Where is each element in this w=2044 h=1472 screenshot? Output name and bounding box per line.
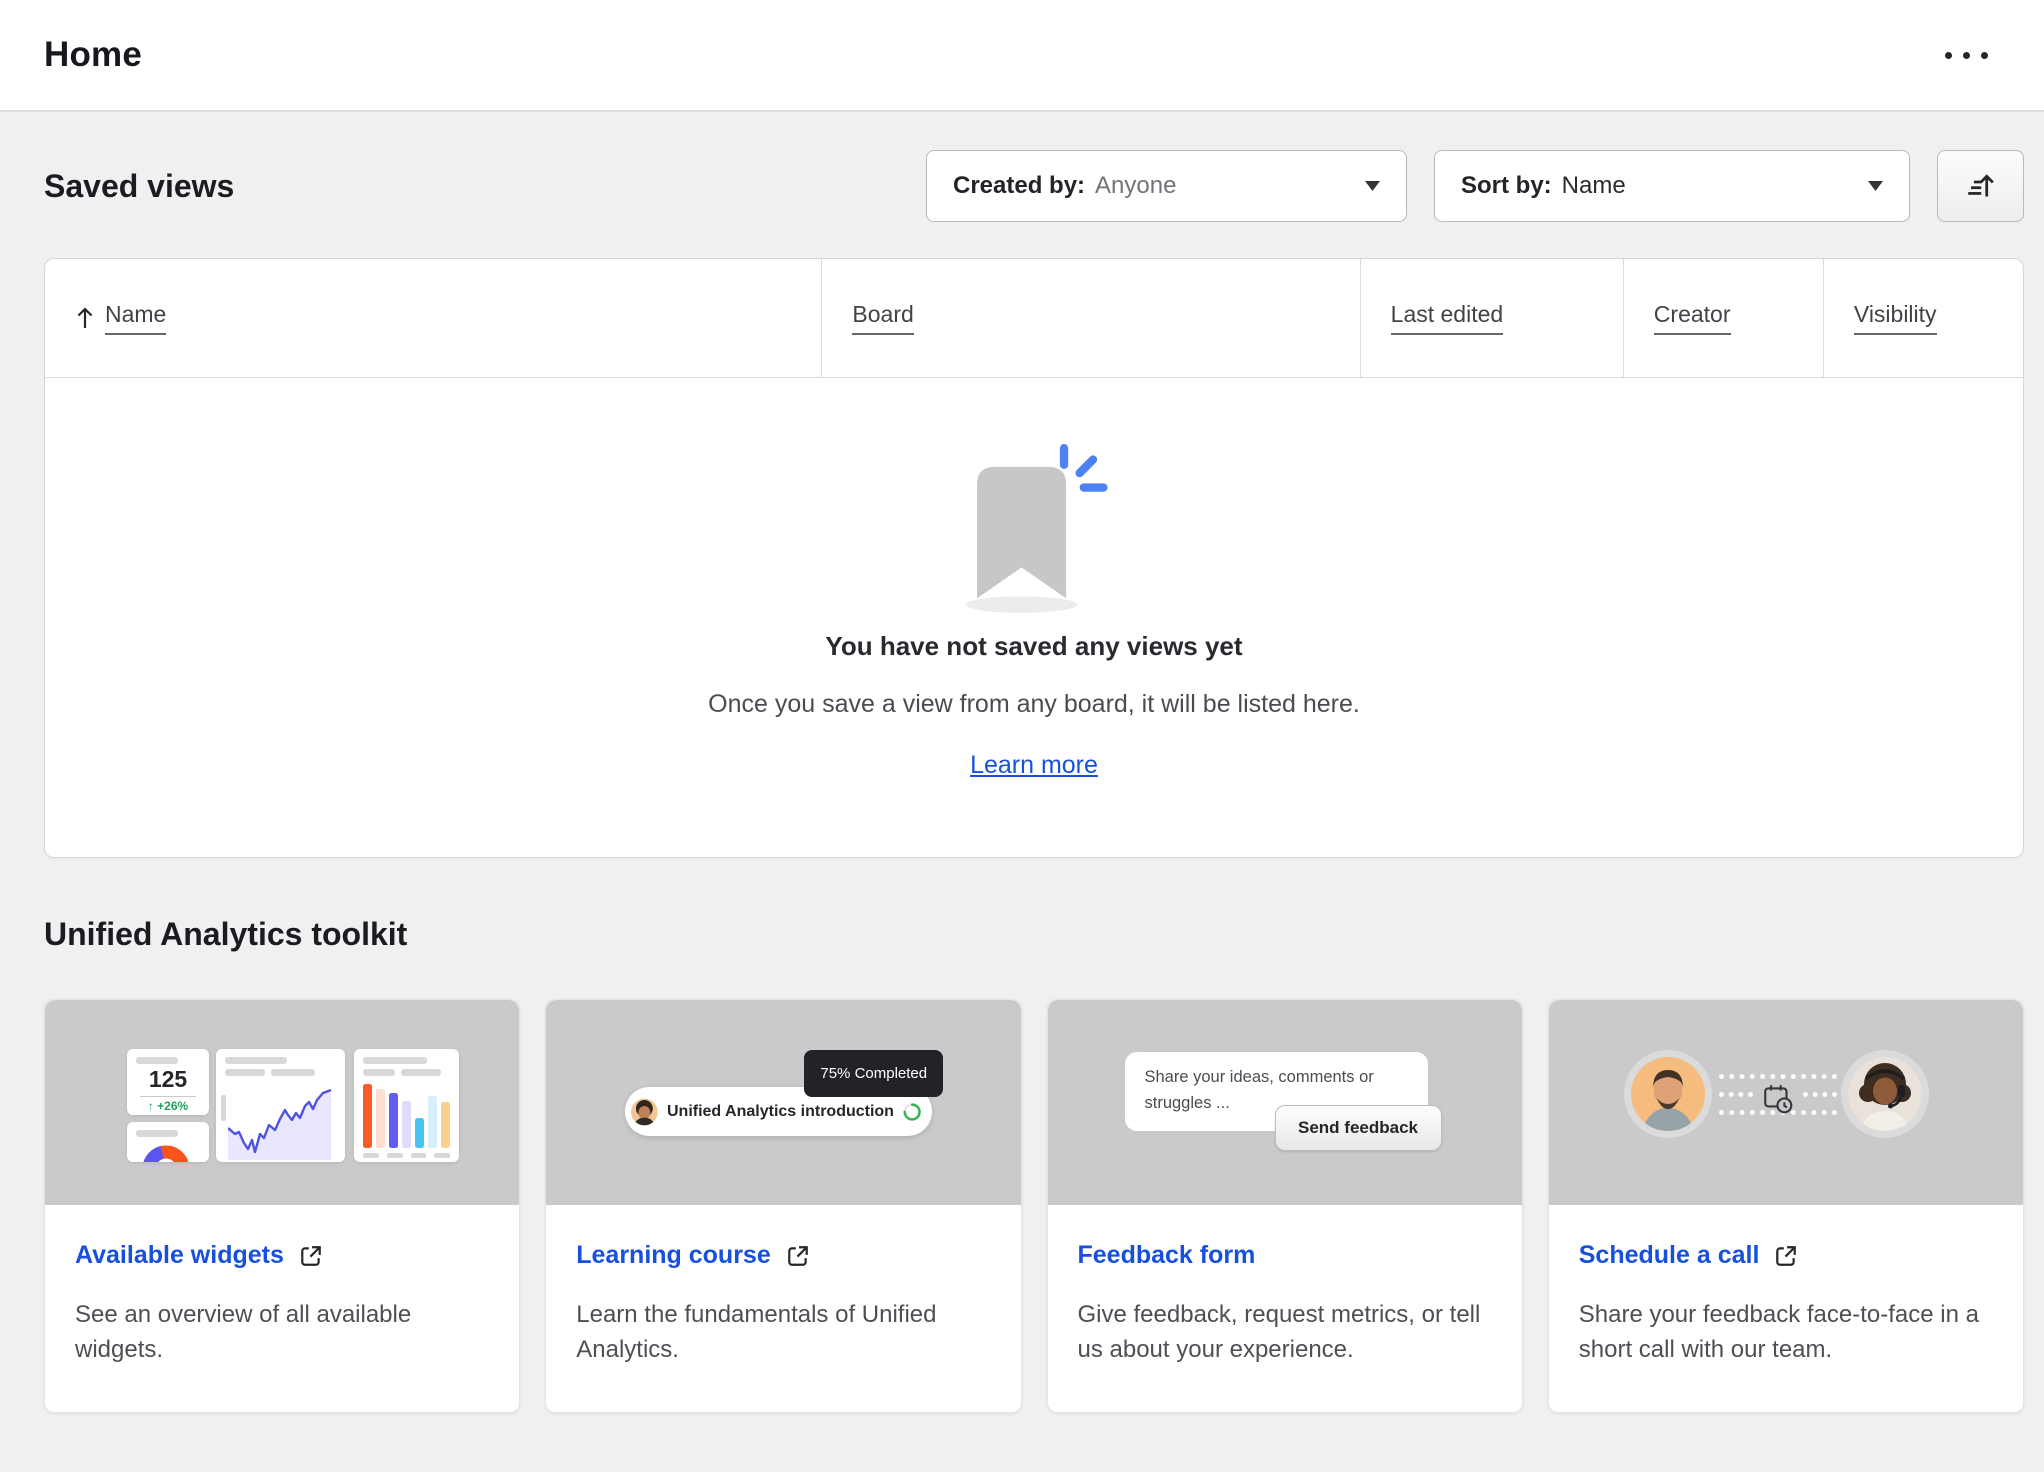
saved-views-title: Saved views bbox=[44, 168, 234, 205]
course-avatar bbox=[631, 1093, 658, 1131]
line-chart-icon bbox=[228, 1088, 339, 1160]
sort-direction-button[interactable] bbox=[1937, 150, 2024, 222]
sort-ascending-icon bbox=[1965, 170, 1997, 202]
created-by-dropdown[interactable]: Created by: Anyone bbox=[926, 150, 1407, 222]
mini-stat-delta: ↑ +26% bbox=[136, 1099, 200, 1113]
external-link-icon[interactable] bbox=[299, 1244, 323, 1268]
column-header-creator[interactable]: Creator bbox=[1624, 259, 1824, 377]
available-widgets-link[interactable]: Available widgets bbox=[75, 1241, 284, 1270]
card-schedule-call[interactable]: Schedule a call Share your feedback face… bbox=[1548, 999, 2024, 1413]
mini-bar-chart-widget bbox=[354, 1049, 459, 1162]
empty-state-description: Once you save a view from any board, it … bbox=[708, 690, 1360, 719]
mini-donut-widget bbox=[127, 1122, 209, 1162]
ellipsis-icon bbox=[1945, 52, 1952, 59]
page-content: Saved views Created by: Anyone Sort by: … bbox=[0, 112, 2044, 1413]
card-description: Give feedback, request metrics, or tell … bbox=[1078, 1298, 1492, 1368]
progress-tooltip: 75% Completed bbox=[804, 1050, 943, 1097]
toolkit-title: Unified Analytics toolkit bbox=[44, 916, 2024, 953]
more-options-button[interactable] bbox=[1937, 38, 1996, 73]
column-header-visibility[interactable]: Visibility bbox=[1824, 259, 2023, 377]
dotted-line bbox=[1719, 1092, 1753, 1097]
external-link-icon[interactable] bbox=[1774, 1244, 1798, 1268]
page-title: Home bbox=[44, 35, 142, 75]
card-description: See an overview of all available widgets… bbox=[75, 1298, 489, 1368]
call-preview-image bbox=[1549, 1000, 2023, 1205]
column-header-name[interactable]: Name bbox=[45, 259, 822, 377]
schedule-call-link[interactable]: Schedule a call bbox=[1579, 1241, 1760, 1270]
toolkit-cards: 125 ↑ +26% bbox=[44, 999, 2024, 1413]
card-description: Learn the fundamentals of Unified Analyt… bbox=[576, 1298, 990, 1368]
empty-state-title: You have not saved any views yet bbox=[825, 631, 1242, 662]
feedback-preview-image: Share your ideas, comments or struggles … bbox=[1048, 1000, 1522, 1205]
table-header-row: Name Board Last edited Creator Visibilit… bbox=[45, 259, 2023, 377]
avatar bbox=[1624, 1050, 1712, 1138]
course-pill-label: Unified Analytics introduction bbox=[667, 1103, 894, 1121]
sort-by-label: Sort by: bbox=[1461, 172, 1552, 200]
mini-line-chart-widget bbox=[216, 1049, 345, 1162]
card-learning-course[interactable]: 75% Completed Unified Analytics introduc… bbox=[545, 999, 1021, 1413]
saved-views-header: Saved views Created by: Anyone Sort by: … bbox=[44, 150, 2024, 222]
empty-state: You have not saved any views yet Once yo… bbox=[45, 377, 2023, 857]
learning-preview-image: 75% Completed Unified Analytics introduc… bbox=[546, 1000, 1020, 1205]
donut-chart-icon bbox=[140, 1143, 192, 1162]
card-feedback-form[interactable]: Share your ideas, comments or struggles … bbox=[1047, 999, 1523, 1413]
calendar-clock-icon bbox=[1761, 1082, 1795, 1116]
sort-by-dropdown[interactable]: Sort by: Name bbox=[1434, 150, 1910, 222]
created-by-label: Created by: bbox=[953, 172, 1085, 200]
card-available-widgets[interactable]: 125 ↑ +26% bbox=[44, 999, 520, 1413]
card-description: Share your feedback face-to-face in a sh… bbox=[1579, 1298, 1993, 1368]
sort-by-value: Name bbox=[1562, 172, 1626, 200]
bar-chart-icon bbox=[363, 1082, 450, 1148]
saved-views-table: Name Board Last edited Creator Visibilit… bbox=[44, 258, 2024, 858]
column-header-board[interactable]: Board bbox=[822, 259, 1360, 377]
dotted-line bbox=[1719, 1074, 1837, 1079]
learning-course-link[interactable]: Learning course bbox=[576, 1241, 771, 1270]
feedback-form-link[interactable]: Feedback form bbox=[1078, 1241, 1256, 1270]
saved-views-controls: Created by: Anyone Sort by: Name bbox=[926, 150, 2024, 222]
chevron-down-icon bbox=[1868, 181, 1883, 191]
mini-stat-widget: 125 ↑ +26% bbox=[127, 1049, 209, 1115]
sort-arrow-up-icon bbox=[75, 306, 95, 330]
chevron-down-icon bbox=[1365, 181, 1380, 191]
widgets-preview-image: 125 ↑ +26% bbox=[45, 1000, 519, 1205]
dotted-line bbox=[1803, 1092, 1837, 1097]
progress-ring-icon bbox=[903, 1099, 921, 1125]
learn-more-link[interactable]: Learn more bbox=[970, 751, 1098, 780]
avatar bbox=[1841, 1050, 1929, 1138]
external-link-icon[interactable] bbox=[786, 1244, 810, 1268]
column-header-last-edited[interactable]: Last edited bbox=[1361, 259, 1624, 377]
mini-stat-value: 125 bbox=[136, 1066, 200, 1093]
bookmark-empty-icon bbox=[956, 443, 1112, 615]
top-bar: Home bbox=[0, 0, 2044, 112]
send-feedback-button-illustration: Send feedback bbox=[1275, 1105, 1442, 1151]
created-by-value: Anyone bbox=[1095, 172, 1176, 200]
